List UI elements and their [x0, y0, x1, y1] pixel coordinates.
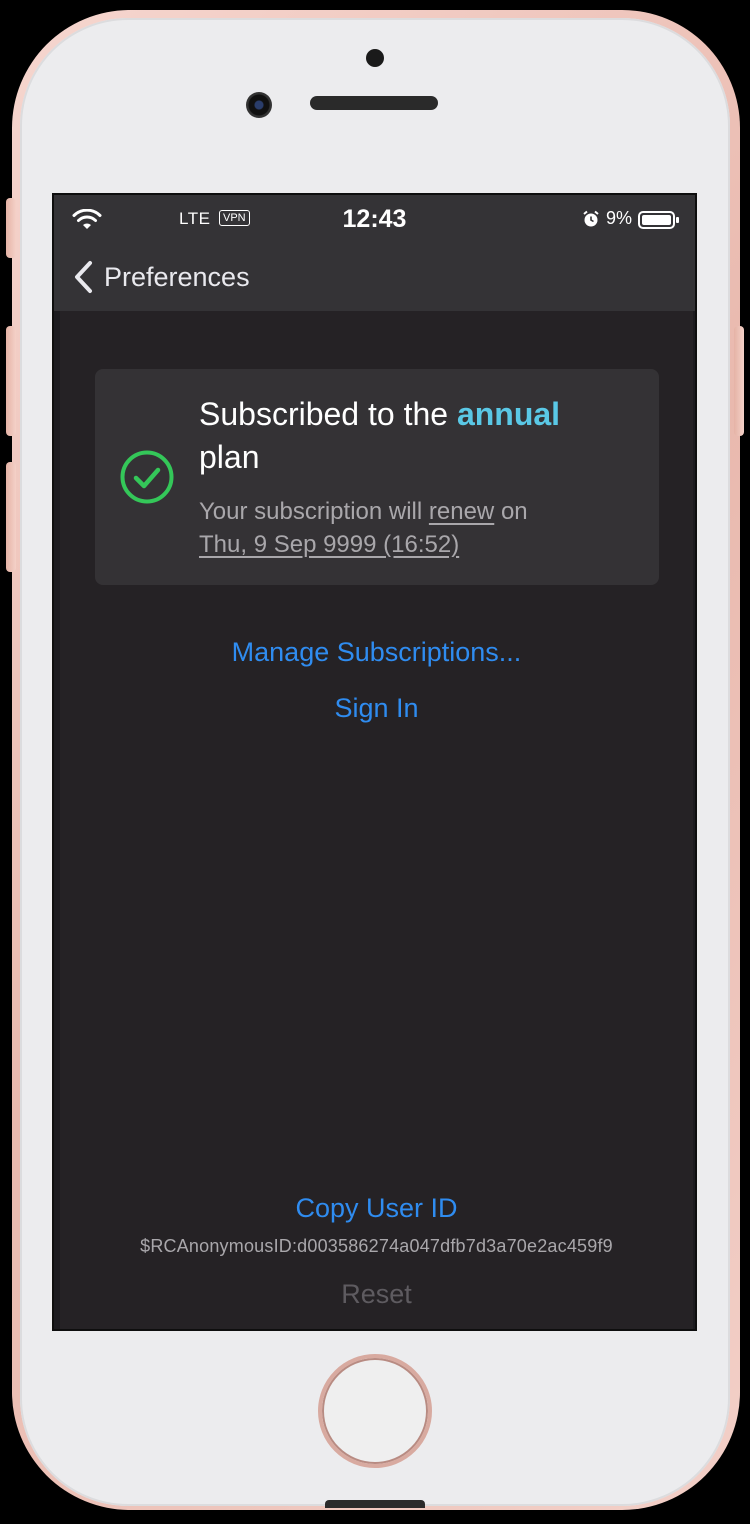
battery-icon — [638, 211, 679, 229]
copy-user-id-button[interactable]: Copy User ID — [60, 1193, 693, 1224]
detail-prefix: Your subscription will — [199, 498, 423, 525]
user-id-text: $RCAnonymousID:d003586274a047dfb7d3a70e2… — [140, 1236, 613, 1256]
mute-switch — [6, 198, 16, 258]
navigation-bar: Preferences — [54, 243, 695, 311]
renew-date[interactable]: Thu, 9 Sep 9999 (16:52) — [199, 531, 459, 558]
alarm-icon — [583, 210, 599, 227]
content-area: Subscribed to the annual plan Your subsc… — [60, 311, 693, 1329]
power-button — [734, 326, 744, 436]
back-button[interactable]: Preferences — [72, 253, 250, 301]
earpiece-speaker — [310, 96, 438, 110]
plan-name: annual — [456, 396, 561, 432]
renew-link[interactable]: renew — [429, 498, 494, 525]
reset-button[interactable]: Reset — [60, 1279, 693, 1310]
subscription-title: Subscribed to the annual plan — [199, 393, 629, 479]
back-button-label: Preferences — [104, 261, 250, 292]
subscription-title-suffix: plan — [199, 439, 260, 475]
volume-up-button — [6, 326, 16, 436]
manage-subscriptions-button[interactable]: Manage Subscriptions... — [60, 637, 693, 668]
volume-down-button — [6, 462, 16, 572]
chevron-left-icon — [75, 261, 92, 293]
detail-on: on — [500, 498, 528, 525]
proximity-sensor — [366, 49, 384, 67]
sign-in-button[interactable]: Sign In — [60, 693, 693, 724]
status-bar: LTE VPN 12:43 9% — [54, 195, 695, 243]
screen: LTE VPN 12:43 9% Preferences Subscribed … — [52, 193, 697, 1331]
front-camera — [246, 92, 272, 118]
bottom-connector — [325, 1500, 425, 1508]
home-button[interactable] — [318, 1354, 432, 1468]
subscription-status-card: Subscribed to the annual plan Your subsc… — [95, 369, 659, 585]
subscription-title-prefix: Subscribed to the — [199, 396, 449, 432]
battery-percentage: 9% — [606, 208, 633, 228]
subscription-detail: Your subscription will renew on Thu, 9 S… — [199, 495, 639, 561]
checkmark-circle-icon — [120, 450, 174, 504]
